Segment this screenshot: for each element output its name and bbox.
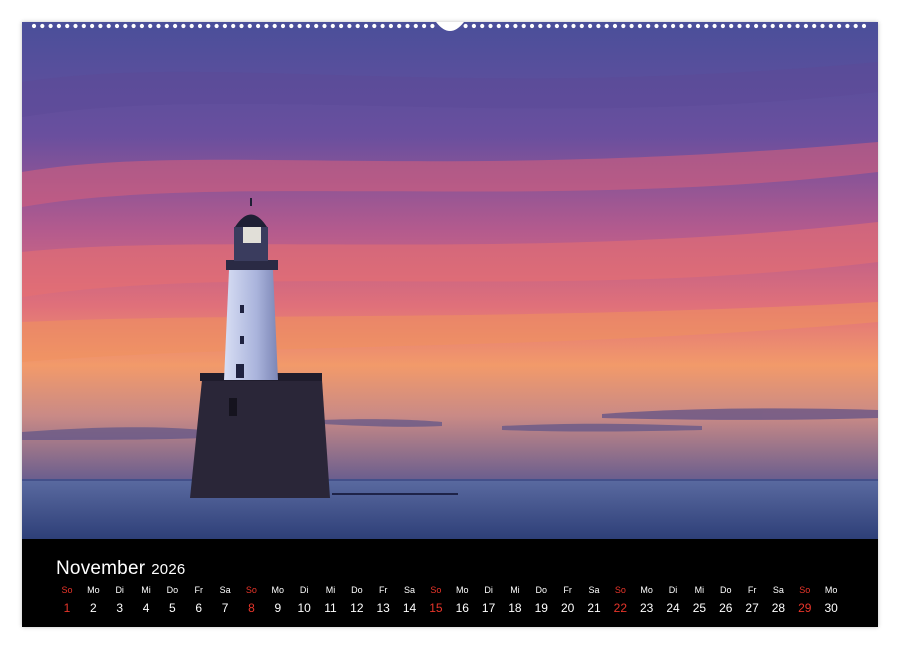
weekday-label: Do	[166, 585, 179, 595]
day-number: 16	[455, 601, 469, 615]
weekday-label: So	[61, 585, 73, 595]
weekday-label: So	[614, 585, 626, 595]
weekday-label: Mo	[455, 585, 469, 595]
calendar-day: Di 3	[107, 585, 133, 615]
weekday-label: Mi	[510, 585, 520, 595]
day-number: 14	[402, 601, 417, 615]
day-number: 21	[587, 601, 601, 615]
calendar-day: Mo 16	[449, 585, 475, 615]
day-number: 8	[248, 601, 255, 615]
day-number: 18	[508, 601, 522, 615]
weekday-label: Fr	[563, 585, 572, 595]
calendar-day: Fr 6	[186, 585, 212, 615]
calendar-day: Sa 7	[212, 585, 238, 615]
calendar-day: So 8	[238, 585, 264, 615]
weekday-label: Di	[484, 585, 493, 595]
day-number: 28	[771, 601, 786, 615]
weekday-label: Mo	[87, 585, 100, 595]
day-number: 13	[376, 601, 390, 615]
calendar-day: Mo 2	[80, 585, 106, 615]
calendar-day: Mi 18	[502, 585, 528, 615]
calendar-day: Sa 28	[765, 585, 791, 615]
calendar-day: Fr 27	[739, 585, 765, 615]
weekday-label: So	[245, 585, 257, 595]
calendar-day: Mi 4	[133, 585, 159, 615]
calendar-day: Sa 14	[397, 585, 423, 615]
day-number: 4	[142, 601, 150, 615]
day-number: 23	[640, 601, 654, 615]
day-number: 17	[481, 601, 496, 615]
day-number: 9	[274, 601, 282, 615]
month-title: November 2026	[56, 558, 185, 580]
calendar-day: Mo 9	[265, 585, 291, 615]
weekday-label: Sa	[772, 585, 784, 595]
weekday-label: Di	[299, 585, 309, 595]
day-number: 25	[692, 601, 707, 615]
calendar-day: Sa 21	[581, 585, 607, 615]
calendar-day: Mi 11	[318, 585, 344, 615]
calendar-day: Do 5	[159, 585, 185, 615]
day-number: 5	[169, 601, 176, 615]
day-number: 26	[719, 601, 733, 615]
day-number: 6	[195, 601, 203, 615]
calendar-day: So 22	[607, 585, 633, 615]
day-number: 7	[221, 601, 229, 615]
day-number: 3	[116, 601, 124, 615]
calendar-day: So 29	[792, 585, 818, 615]
year-label: 2026	[151, 561, 186, 578]
day-number: 12	[350, 601, 364, 615]
weekday-label: Mi	[694, 585, 705, 595]
weekday-label: Do	[535, 585, 548, 595]
day-number: 22	[613, 601, 628, 615]
calendar-day: Mo 23	[634, 585, 660, 615]
day-number: 19	[534, 601, 548, 615]
day-number: 11	[324, 601, 337, 615]
calendar-day: So 15	[423, 585, 449, 615]
weekday-label: Mo	[824, 585, 838, 595]
weekday-label: Mo	[271, 585, 285, 595]
calendar-page: November 2026 So 1 Mo 2 Di 3 Mi 4 Do 5 Fr 6 Sa 7 So 8 Mo 9…	[22, 22, 878, 627]
calendar-day: Mo 30	[818, 585, 844, 615]
month-name: November	[56, 558, 146, 579]
weekday-label: Sa	[404, 585, 416, 595]
lighthouse-sunset-photo	[22, 22, 878, 539]
calendar-day: Fr 13	[370, 585, 396, 615]
weekday-label: Do	[719, 585, 732, 595]
weekday-label: Mo	[640, 585, 653, 595]
weekday-label: Sa	[219, 585, 231, 595]
calendar-day: Fr 20	[555, 585, 581, 615]
calendar-day: So 1	[54, 585, 80, 615]
weekday-label: Di	[115, 585, 124, 595]
calendar-day: Do 26	[713, 585, 739, 615]
weekday-label: Do	[351, 585, 363, 595]
calendar-band: November 2026 So 1 Mo 2 Di 3 Mi 4 Do 5 Fr 6 Sa 7 So 8 Mo 9…	[22, 539, 878, 627]
day-number: 30	[824, 601, 838, 615]
photo-illustration	[22, 22, 878, 539]
calendar-day: Di 17	[476, 585, 502, 615]
weekday-label: Fr	[378, 585, 388, 595]
calendar-day: Mi 25	[686, 585, 712, 615]
calendar-day: Di 10	[291, 585, 317, 615]
day-number: 29	[798, 601, 812, 615]
weekday-label: Di	[668, 585, 678, 595]
weekday-label: So	[799, 585, 811, 595]
weekday-label: Mi	[141, 585, 151, 595]
day-strip: So 1 Mo 2 Di 3 Mi 4 Do 5 Fr 6 Sa 7 So 8 Mo 9 Di 10 Mi 11 Do 12 F…	[54, 585, 860, 621]
weekday-label: Fr	[194, 585, 204, 595]
day-number: 24	[666, 601, 680, 615]
day-number: 20	[560, 601, 575, 615]
calendar-day: Do 12	[344, 585, 370, 615]
weekday-label: Fr	[747, 585, 757, 595]
day-number: 10	[297, 601, 311, 615]
weekday-label: Mi	[325, 585, 336, 595]
calendar-day: Di 24	[660, 585, 686, 615]
day-number: 1	[63, 601, 71, 615]
calendar-day: Do 19	[528, 585, 554, 615]
weekday-label: Sa	[588, 585, 600, 595]
weekday-label: So	[430, 585, 442, 595]
day-number: 2	[90, 601, 97, 615]
day-number: 27	[745, 601, 759, 615]
day-number: 15	[429, 601, 443, 615]
